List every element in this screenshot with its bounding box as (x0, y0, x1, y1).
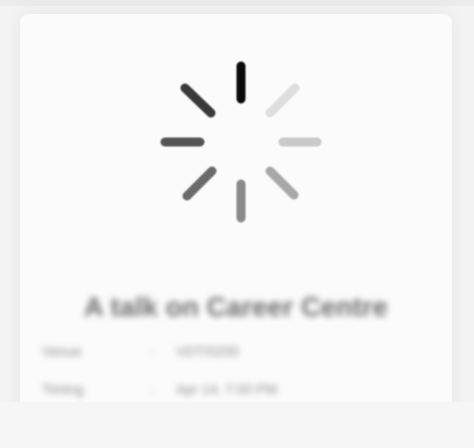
venue-value: VDT/0200 (176, 343, 240, 359)
loading-screen: A talk on Career Centre Venue : VDT/0200… (0, 0, 474, 448)
event-card-content: A talk on Career Centre Venue : VDT/0200… (20, 14, 452, 414)
venue-row: Venue : VDT/0200 (42, 340, 442, 364)
timing-label: Timing (42, 381, 84, 397)
event-title: A talk on Career Centre (84, 292, 388, 322)
venue-label: Venue (42, 343, 82, 359)
timing-separator: : (150, 381, 154, 397)
bottom-bar (0, 402, 474, 448)
venue-separator: : (150, 343, 154, 359)
timing-value: Apr 14, 7:00 PM (176, 381, 278, 397)
timing-row: Timing : Apr 14, 7:00 PM (42, 378, 442, 402)
event-card: A talk on Career Centre Venue : VDT/0200… (20, 14, 452, 414)
top-strip (0, 0, 474, 6)
